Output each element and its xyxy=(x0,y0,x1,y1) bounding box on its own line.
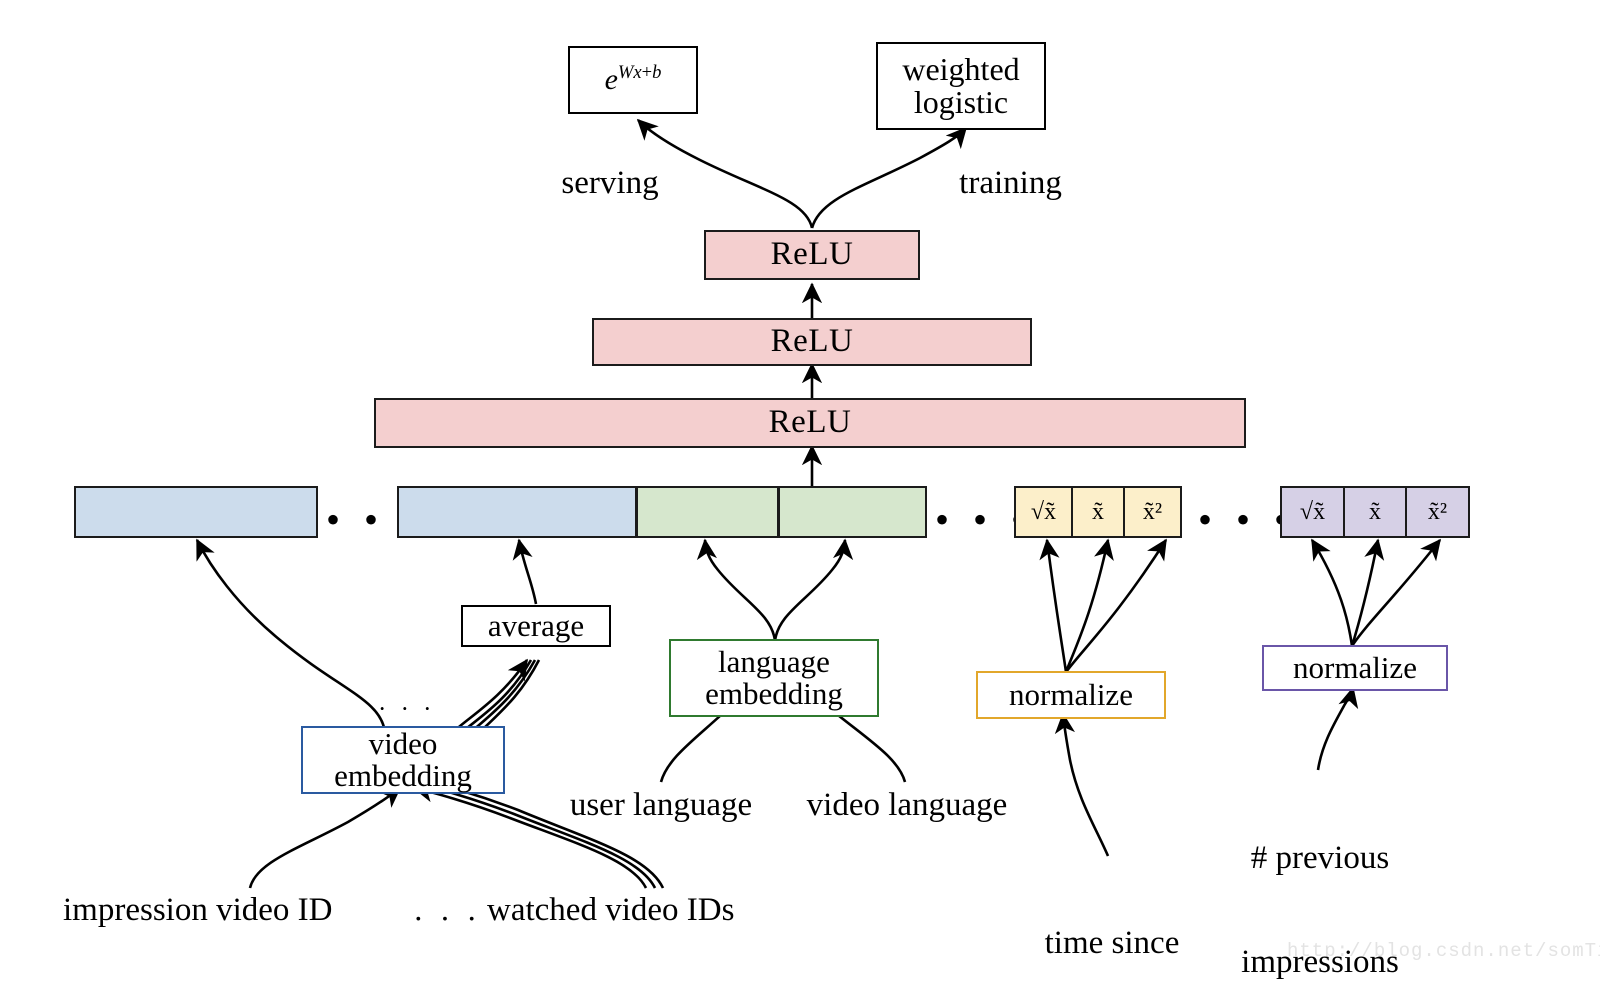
relu-layer-1-label: ReLU xyxy=(768,404,852,441)
feature-cell-sqrt-x[interactable]: √x̃ xyxy=(1280,486,1344,538)
training-label: training xyxy=(959,165,1062,201)
serving-output-box[interactable]: eWx+b xyxy=(568,46,698,114)
feature-block-user-language[interactable] xyxy=(637,486,779,538)
feature-cell-x[interactable]: x̃ xyxy=(1072,486,1124,538)
feature-cell-x-squared[interactable]: x̃² xyxy=(1406,486,1470,538)
language-embedding-line2: embedding xyxy=(705,676,843,711)
normalize-impressions-label: normalize xyxy=(1293,650,1417,686)
diagram-canvas: eWx+b weighted logistic serving training… xyxy=(0,0,1600,981)
relu-layer-1[interactable]: ReLU xyxy=(374,398,1246,448)
serving-formula: eWx+b xyxy=(604,62,662,97)
feature-cells-previous-impressions[interactable]: √x̃ x̃ x̃² xyxy=(1280,486,1470,538)
serving-label: serving xyxy=(561,165,659,201)
feature-block-video-language[interactable] xyxy=(779,486,927,538)
relu-layer-2-label: ReLU xyxy=(770,323,854,360)
relu-layer-3[interactable]: ReLU xyxy=(704,230,920,280)
user-language-label: user language xyxy=(569,787,753,823)
impression-video-id-label: impression video ID xyxy=(63,892,333,928)
relu-layer-3-label: ReLU xyxy=(770,236,854,273)
previous-impressions-label: # previous impressions xyxy=(1205,772,1435,981)
normalize-time-label: normalize xyxy=(1009,677,1133,713)
previous-impressions-line1: # previous xyxy=(1250,840,1390,877)
feature-block-impression-video-embedding[interactable] xyxy=(74,486,318,538)
language-embedding-line1: language xyxy=(718,644,830,680)
feature-cells-time-since-last-watch[interactable]: √x̃ x̃ x̃² xyxy=(1014,486,1182,538)
video-embedding-box[interactable]: video embedding xyxy=(301,726,505,794)
previous-impressions-line2: impressions xyxy=(1241,944,1399,981)
average-box[interactable]: average xyxy=(461,605,611,647)
normalize-impressions-box[interactable]: normalize xyxy=(1262,645,1448,691)
feature-cell-x[interactable]: x̃ xyxy=(1344,486,1406,538)
training-output-line2: logistic xyxy=(913,84,1009,120)
language-embedding-box[interactable]: language embedding xyxy=(669,639,879,717)
video-embedding-line2: embedding xyxy=(334,758,472,793)
time-since-last-watch-line1: time since xyxy=(1044,925,1180,962)
feature-cell-sqrt-x[interactable]: √x̃ xyxy=(1014,486,1072,538)
video-id-ellipsis: · · · xyxy=(413,900,481,936)
training-output-line1: weighted xyxy=(902,51,1020,88)
video-embedding-line1: video xyxy=(368,726,438,762)
video-embedding-ellipsis: · · · xyxy=(378,696,436,723)
average-label: average xyxy=(487,608,585,644)
normalize-time-box[interactable]: normalize xyxy=(976,671,1166,719)
watched-video-ids-label: watched video IDs xyxy=(487,892,735,928)
training-output-box[interactable]: weighted logistic xyxy=(876,42,1046,130)
time-since-last-watch-label: time since last watch xyxy=(1012,857,1212,981)
video-language-label: video language xyxy=(806,787,1008,823)
feature-block-watched-videos-average[interactable] xyxy=(397,486,637,538)
relu-layer-2[interactable]: ReLU xyxy=(592,318,1032,366)
feature-cell-x-squared[interactable]: x̃² xyxy=(1124,486,1182,538)
